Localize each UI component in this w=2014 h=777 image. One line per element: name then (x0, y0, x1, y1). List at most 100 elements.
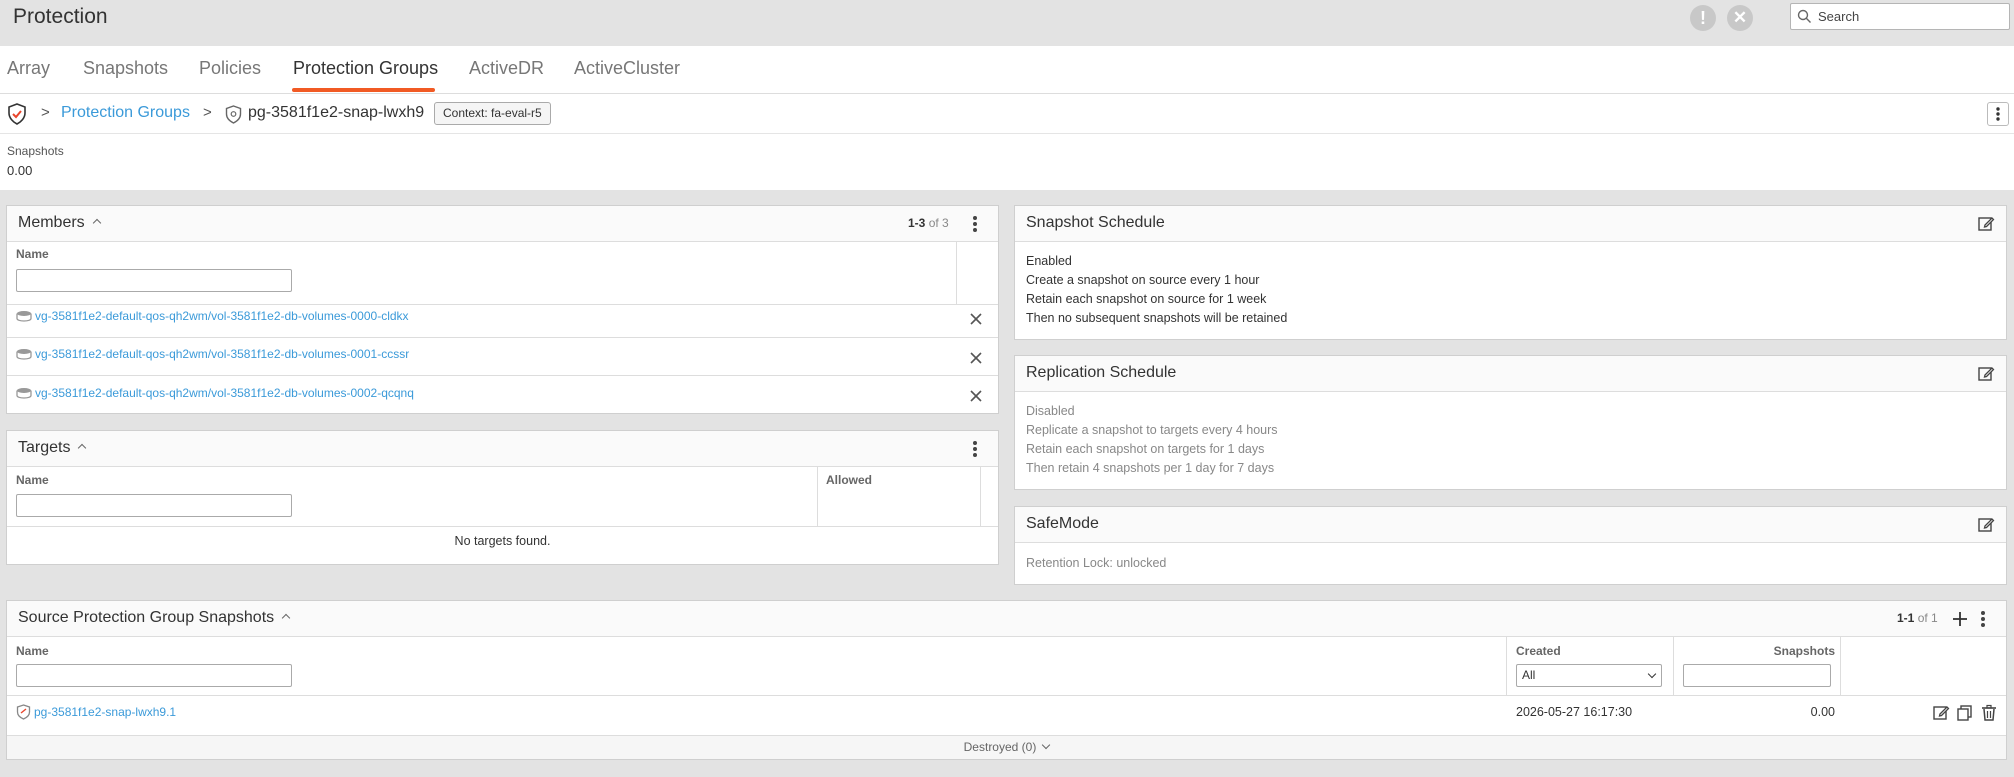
volume-icon (16, 349, 32, 360)
alert-icon[interactable]: ! (1690, 5, 1716, 31)
targets-name-filter[interactable] (16, 494, 292, 517)
search-box[interactable] (1790, 3, 2010, 30)
tab-policies[interactable]: Policies (199, 58, 261, 79)
breadcrumb: > Protection Groups > pg-3581f1e2-snap-l… (0, 94, 2014, 134)
replication-schedule-title: Replication Schedule (1026, 364, 1177, 381)
members-name-filter[interactable] (16, 269, 292, 292)
edit-icon[interactable] (1977, 516, 1995, 534)
member-row-link[interactable]: vg-3581f1e2-default-qos-qh2wm/vol-3581f1… (16, 347, 409, 361)
shield-check-icon[interactable] (7, 103, 27, 125)
retention-lock-status: Retention Lock: unlocked (1026, 556, 1167, 570)
members-col-name: Name (16, 247, 49, 261)
breadcrumb-current: pg-3581f1e2-snap-lwxh9 (248, 104, 425, 121)
safemode-header: SafeMode (1015, 507, 2006, 543)
safemode-title: SafeMode (1026, 515, 1099, 532)
targets-menu-icon[interactable] (971, 439, 979, 459)
members-menu-icon[interactable] (971, 214, 979, 234)
source-snapshots-title[interactable]: Source Protection Group Snapshots (18, 609, 291, 627)
tab-activedr[interactable]: ActiveDR (469, 58, 544, 79)
snapshots-stat-value: 0.00 (7, 163, 33, 178)
snapshot-row-link[interactable]: pg-3581f1e2-snap-lwxh9.1 (16, 704, 176, 720)
row-divider (7, 695, 2006, 696)
tab-protection-groups[interactable]: Protection Groups (293, 58, 438, 79)
snapshot-schedule-line: Enabled (1026, 254, 1072, 268)
members-panel: Members 1-3 of 3 Name vg-3581f1e2-defaul… (6, 205, 999, 414)
row-divider (7, 526, 998, 527)
shield-icon (16, 704, 31, 720)
breadcrumb-protection-groups-link[interactable]: Protection Groups (61, 104, 190, 122)
source-snapshots-panel: Source Protection Group Snapshots 1-1 of… (6, 600, 2007, 760)
targets-title[interactable]: Targets (18, 439, 87, 457)
replication-schedule-header: Replication Schedule (1015, 356, 2006, 392)
main-nav: Array Snapshots Policies Protection Grou… (0, 46, 2014, 94)
targets-panel: Targets Name Allowed No targets found. (6, 430, 999, 565)
edit-icon[interactable] (1977, 365, 1995, 383)
member-row-link[interactable]: vg-3581f1e2-default-qos-qh2wm/vol-3581f1… (16, 309, 409, 323)
col-name: Name (16, 644, 49, 658)
targets-col-allowed: Allowed (826, 473, 873, 487)
tab-array[interactable]: Array (7, 58, 50, 79)
column-divider (1840, 637, 1841, 695)
column-divider (1673, 637, 1674, 695)
row-divider (7, 375, 998, 376)
chevron-down-icon (1042, 740, 1051, 750)
active-tab-indicator (292, 88, 435, 92)
replication-schedule-panel: Replication Schedule Disabled Replicate … (1014, 355, 2007, 490)
edit-icon[interactable] (1977, 215, 1995, 233)
replication-schedule-line: Then retain 4 snapshots per 1 day for 7 … (1026, 461, 1275, 475)
source-snapshots-menu-icon[interactable] (1979, 609, 1987, 629)
remove-member-icon[interactable] (969, 312, 983, 326)
snapshot-schedule-line: Then no subsequent snapshots will be ret… (1026, 311, 1288, 325)
search-icon (1797, 9, 1811, 23)
chevron-up-icon (92, 218, 101, 228)
snapshot-schedule-line: Retain each snapshot on source for 1 wee… (1026, 292, 1267, 306)
column-divider (956, 242, 957, 304)
created-filter-select[interactable]: All (1516, 664, 1662, 687)
trash-icon[interactable] (1980, 704, 1998, 722)
remove-member-icon[interactable] (969, 389, 983, 403)
chevron-up-icon (78, 443, 87, 453)
destroyed-toggle[interactable]: Destroyed (0) (7, 740, 2006, 754)
no-targets-message: No targets found. (454, 534, 551, 548)
snapshots-stat-label: Snapshots (7, 144, 64, 158)
replication-schedule-line: Disabled (1026, 404, 1075, 418)
search-input[interactable] (1818, 9, 1998, 24)
source-snapshots-header: Source Protection Group Snapshots 1-1 of… (7, 601, 2006, 637)
edit-icon[interactable] (1932, 704, 1950, 722)
remove-member-icon[interactable] (969, 351, 983, 365)
volume-icon (16, 388, 32, 399)
close-circle-icon[interactable]: ✕ (1727, 5, 1753, 31)
safemode-panel: SafeMode Retention Lock: unlocked (1014, 506, 2007, 585)
row-divider (7, 337, 998, 338)
snapshot-schedule-header: Snapshot Schedule (1015, 206, 2006, 242)
members-panel-header: Members 1-3 of 3 (7, 206, 998, 242)
copy-icon[interactable] (1956, 704, 1974, 722)
column-divider (817, 467, 818, 526)
row-divider (7, 304, 998, 305)
breadcrumb-separator: > (203, 104, 212, 121)
snapshots-value-filter[interactable] (1683, 664, 1831, 687)
top-bar: Protection ! ✕ (0, 0, 2014, 46)
replication-schedule-line: Retain each snapshot on targets for 1 da… (1026, 442, 1265, 456)
snapshots-name-filter[interactable] (16, 664, 292, 687)
snapshot-created: 2026-05-27 16:17:30 (1516, 705, 1633, 719)
shield-icon (225, 105, 242, 124)
col-snapshots: Snapshots (1773, 644, 1835, 658)
snapshot-schedule-line: Create a snapshot on source every 1 hour (1026, 273, 1260, 287)
breadcrumb-menu-button[interactable] (1987, 102, 2009, 126)
col-created: Created (1516, 644, 1561, 658)
stats-bar: Snapshots 0.00 (0, 134, 2014, 190)
column-divider (1506, 637, 1507, 695)
snapshot-value: 0.00 (1810, 705, 1835, 719)
column-divider (980, 467, 981, 526)
tab-snapshots[interactable]: Snapshots (83, 58, 168, 79)
breadcrumb-separator: > (41, 104, 50, 121)
tab-activecluster[interactable]: ActiveCluster (574, 58, 680, 79)
plus-icon[interactable] (1952, 611, 1968, 627)
targets-panel-header: Targets (7, 431, 998, 467)
members-title[interactable]: Members (18, 214, 101, 232)
member-row-link[interactable]: vg-3581f1e2-default-qos-qh2wm/vol-3581f1… (16, 386, 414, 400)
app-title: Protection (13, 5, 108, 28)
context-badge[interactable]: Context: fa-eval-r5 (434, 102, 551, 125)
targets-col-name: Name (16, 473, 49, 487)
